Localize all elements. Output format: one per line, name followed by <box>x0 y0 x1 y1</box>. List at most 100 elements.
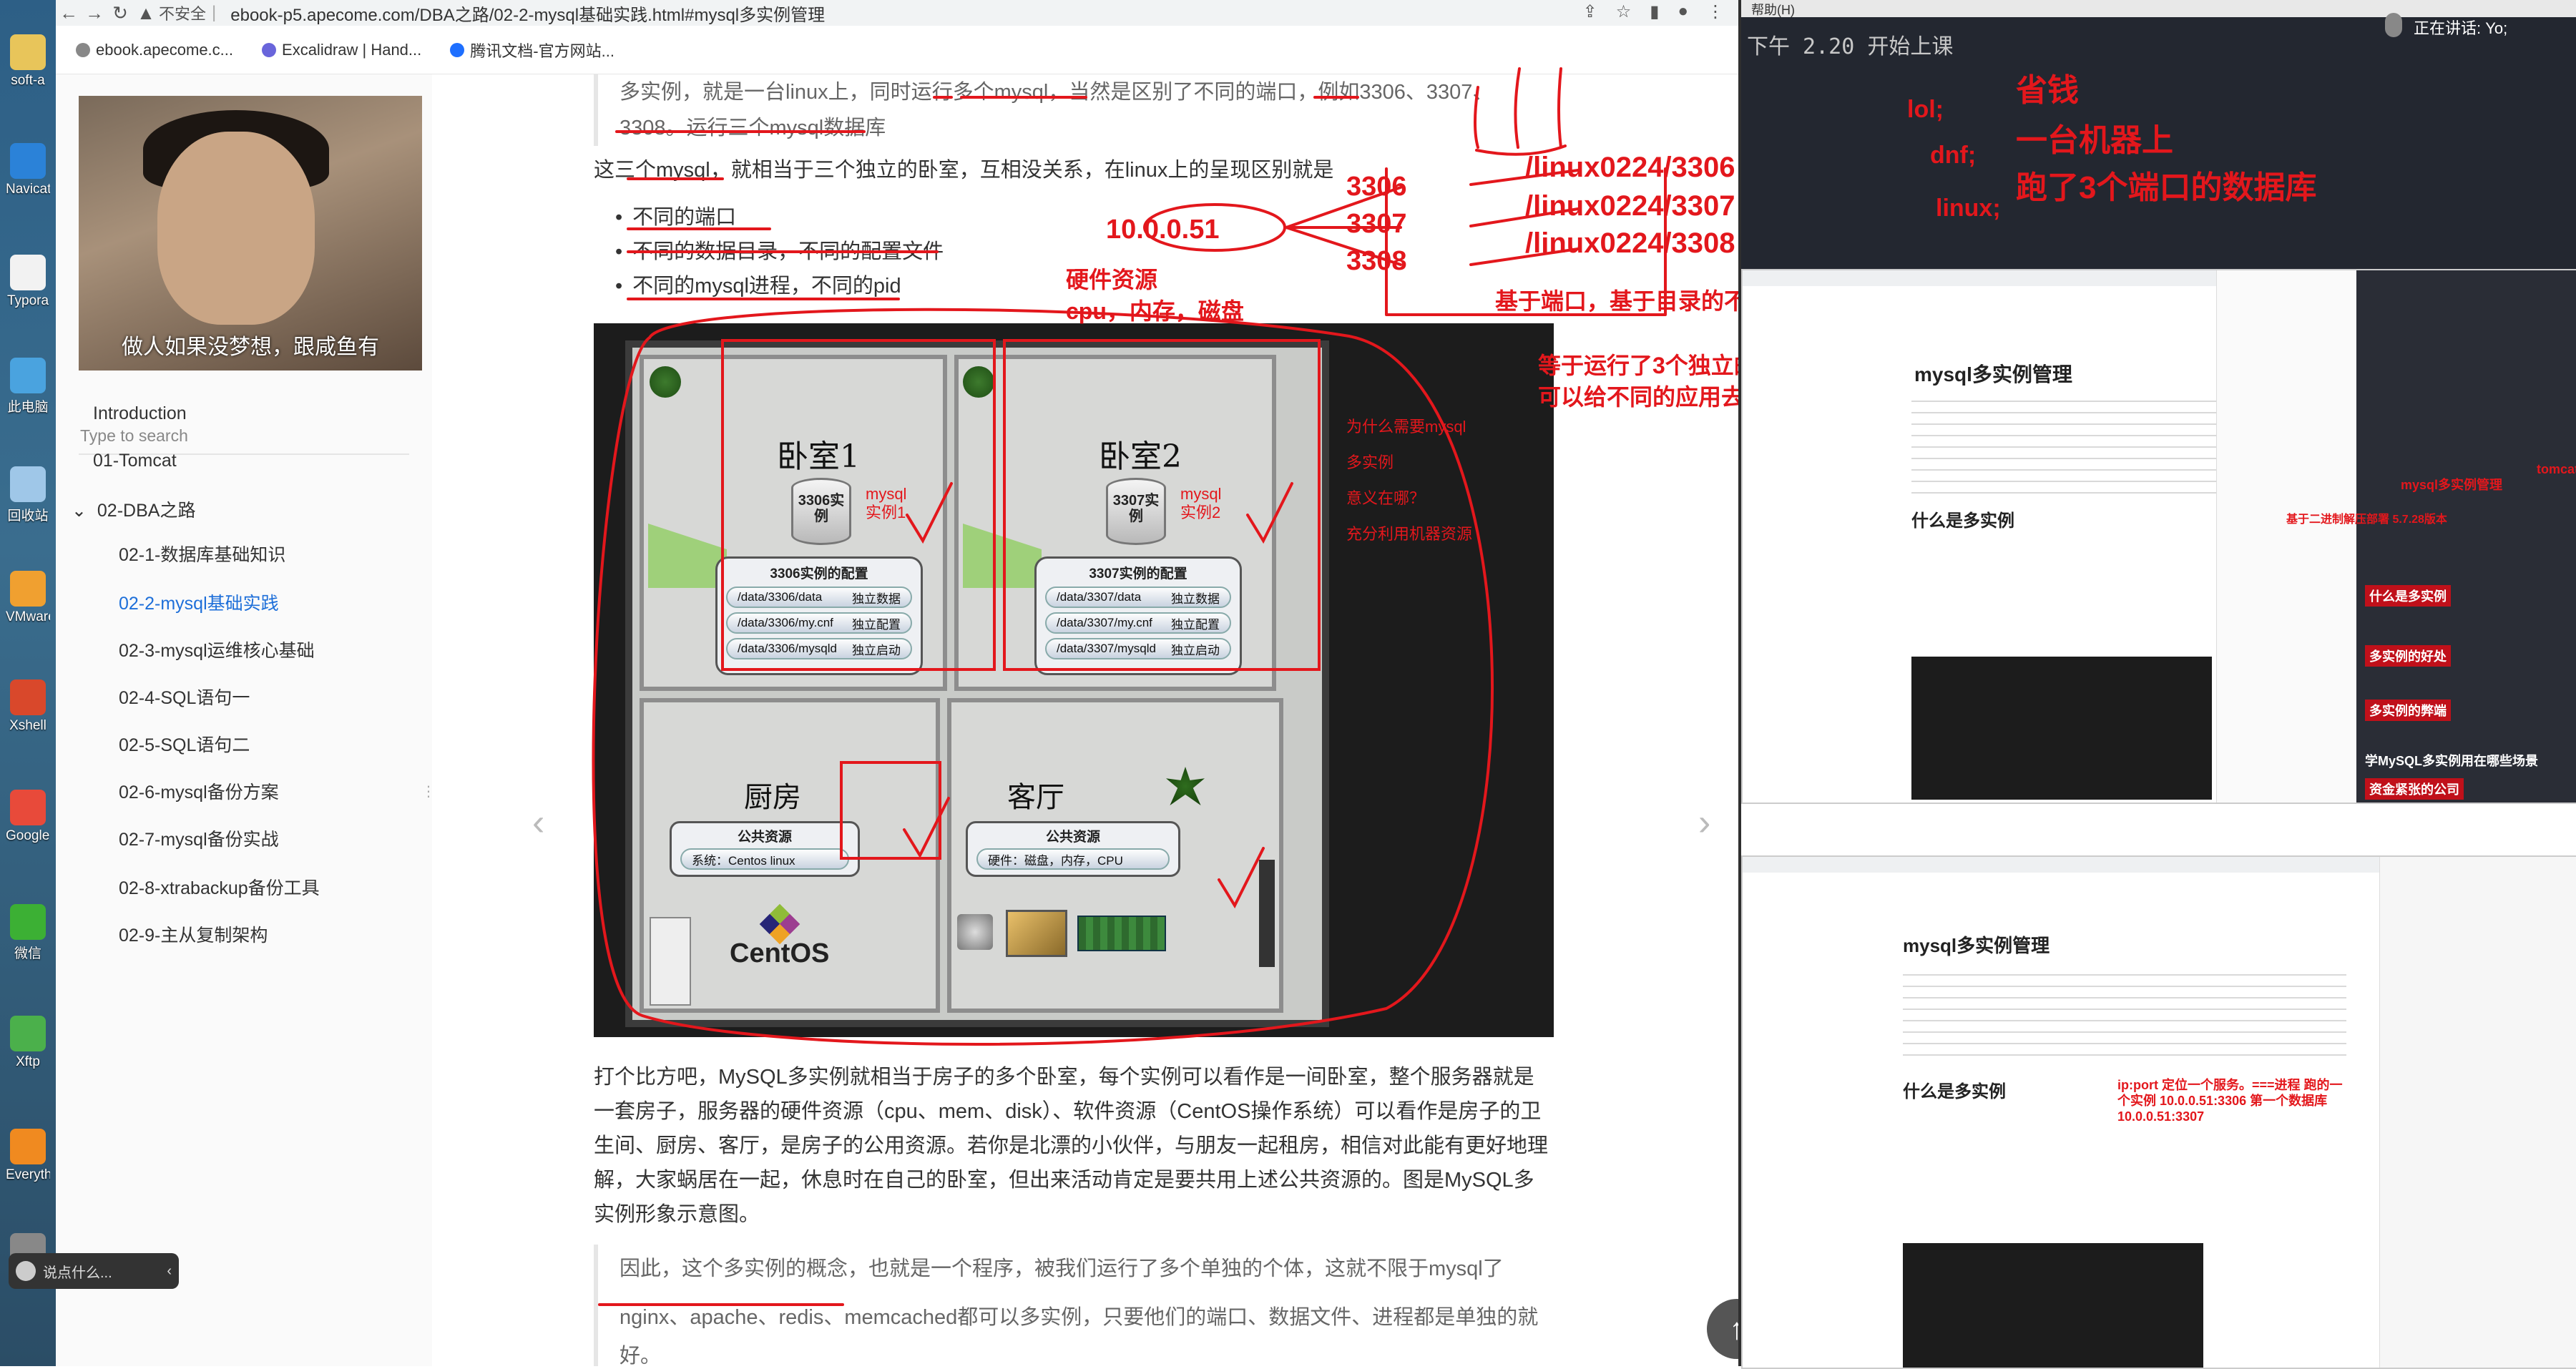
pub-text: 系统：Centos linux <box>692 853 795 868</box>
linux-annotation: linux; <box>1936 195 2001 222</box>
sidebar-nav-item[interactable]: 02-2-mysql基础实践 <box>119 589 279 615</box>
chevron-left-icon[interactable]: ‹ <box>167 1263 172 1280</box>
sidebar-nav-label: 01-Tomcat <box>93 451 177 471</box>
desktop-shortcut[interactable]: Everything <box>6 1129 50 1183</box>
thumb-note: 多实例的好处 <box>2365 645 2451 667</box>
bookmark-label: Excalidraw | Hand... <box>282 40 422 59</box>
sidebar-nav-label: 02-1-数据库基础知识 <box>119 545 286 565</box>
desktop-shortcut-label: Typora <box>6 293 49 308</box>
bedroom-1: 卧室1 3306实例 mysql实例1 3306实例的配置 /data/3306… <box>640 355 947 691</box>
mic-icon[interactable] <box>2385 13 2402 37</box>
sidebar-nav-item[interactable]: 02-6-mysql备份方案 <box>119 778 279 804</box>
bed-shape <box>963 524 1042 588</box>
shared-screen-thumbnail[interactable]: mysql多实例管理 什么是多实例 mysql多实例管理 tomcat多实 基于… <box>1741 269 2576 804</box>
port-annotation: 3306 <box>1346 172 1407 202</box>
desktop-shortcut[interactable]: soft-a <box>6 34 50 89</box>
desktop-shortcut[interactable]: Xshell <box>6 679 50 734</box>
bookmark-item[interactable]: 腾讯文档-官方网站... <box>450 39 614 62</box>
instance-tag: mysql实例2 <box>1180 485 1222 521</box>
profile-icon[interactable]: ● <box>1678 1 1689 22</box>
sidebar-nav-item[interactable]: 02-9-主从复制架构 <box>119 921 268 947</box>
centos-logo: CentOS <box>730 903 829 969</box>
config-row: /data/3307/data 独立数据 <box>1045 587 1231 608</box>
sidebar-toggle-icon[interactable]: ▮ <box>1650 1 1659 22</box>
config-desc: 独立数据 <box>1171 592 1220 606</box>
config-path: /data/3307/mysqld <box>1057 642 1156 655</box>
reload-icon[interactable]: ↻ <box>107 2 133 24</box>
instance-tag: mysql实例1 <box>866 485 907 521</box>
security-label[interactable]: 不安全 <box>159 1 206 24</box>
recycle-bin-icon <box>10 466 46 502</box>
avatar-image: 做人如果没梦想，跟咸鱼有 <box>79 96 422 371</box>
sidebar-nav-item[interactable]: ⌄ 02-DBA之路 <box>72 496 195 522</box>
chevron-down-icon[interactable]: ⌄ <box>72 501 92 521</box>
desktop-shortcut[interactable]: 微信 <box>6 904 50 962</box>
book-sidebar: 做人如果没梦想，跟咸鱼有 Type to search Introduction… <box>56 74 436 1366</box>
pub-title: 公共资源 <box>737 830 792 845</box>
avatar-caption: 做人如果没梦想，跟咸鱼有 <box>122 335 379 359</box>
db-label: 3307实例 <box>1112 493 1160 524</box>
config-title: 3306实例的配置 <box>770 566 868 582</box>
ip-annotation: 10.0.0.51 <box>1106 215 1220 245</box>
menu-icon[interactable]: ⋮ <box>1707 1 1724 22</box>
forward-icon[interactable]: → <box>82 2 107 24</box>
port-annotation: 3308 <box>1346 246 1407 276</box>
thumb-subheading: 什么是多实例 <box>1903 1082 2006 1101</box>
config-row: /data/3307/mysqld 独立启动 <box>1045 638 1231 659</box>
chat-input[interactable]: 说点什么... ‹ <box>9 1253 179 1289</box>
plant-icon <box>650 366 681 398</box>
back-icon[interactable]: ← <box>56 2 82 24</box>
desktop-shortcut[interactable]: 此电脑 <box>6 358 50 416</box>
warning-icon: ▲ <box>137 1 155 24</box>
star-icon[interactable]: ☆ <box>1616 1 1632 22</box>
thumb-note: 什么是多实例 <box>2365 585 2451 607</box>
url-input[interactable]: ebook-p5.apecome.com/DBA之路/02-2-mysql基础实… <box>230 1 825 26</box>
window-menu[interactable]: 帮助(H) <box>1741 0 2576 17</box>
sidebar-nav-item[interactable]: 01-Tomcat <box>93 451 177 471</box>
config-row: /data/3306/mysqld 独立启动 <box>726 638 912 659</box>
lol-annotation: lol; <box>1907 96 1944 123</box>
path-annotation: /linux0224/3307 <box>1525 190 1735 222</box>
room-title: 卧室1 <box>777 438 860 475</box>
desktop-shortcut-label: 微信 <box>14 946 41 961</box>
chrome-icon <box>10 790 46 825</box>
plant-icon <box>1166 767 1205 805</box>
bookmark-label: ebook.apecome.c... <box>96 40 234 59</box>
bookmark-item[interactable]: ebook.apecome.c... <box>76 41 233 59</box>
desktop-shortcut[interactable]: VMware Workstation <box>6 571 50 625</box>
sidebar-nav-item[interactable]: Introduction <box>93 403 187 424</box>
share-icon[interactable]: ⇪ <box>1583 1 1597 22</box>
config-desc: 独立配置 <box>852 617 901 632</box>
desktop-shortcut[interactable]: Google Chrome <box>6 790 50 844</box>
config-path: /data/3307/data <box>1057 590 1142 604</box>
desktop-shortcut[interactable]: 回收站 <box>6 466 50 524</box>
dnf-annotation: dnf; <box>1930 142 1977 169</box>
sidebar-nav-item[interactable]: 02-4-SQL语句一 <box>119 684 250 710</box>
thumb-note: ip:port 定位一个服务。===进程 跑的一个实例 10.0.0.51:33… <box>2117 1078 2343 1124</box>
sidebar-nav-item[interactable]: 02-5-SQL语句二 <box>119 731 250 757</box>
prev-page-icon[interactable]: ‹ <box>532 801 544 844</box>
vmware-icon <box>10 571 46 607</box>
db-cylinder: 3307实例 <box>1106 478 1166 545</box>
thumb-side-view <box>2379 857 2576 1368</box>
bookmark-item[interactable]: Excalidraw | Hand... <box>262 41 421 59</box>
hardware-annotation: 硬件资源 <box>1066 267 1158 293</box>
config-path: /data/3306/my.cnf <box>738 616 833 629</box>
sidebar-nav-item[interactable]: 02-3-mysql运维核心基础 <box>119 637 315 662</box>
desktop-shortcut[interactable]: Navicat Premium <box>6 143 50 197</box>
sidebar-nav-item[interactable]: 02-1-数据库基础知识 <box>119 541 285 566</box>
sidebar-nav-label: 02-7-mysql备份实战 <box>119 830 279 850</box>
thumb-note: 多实例的弊端 <box>2365 700 2451 721</box>
multi-instance-diagram: 卧室1 3306实例 mysql实例1 3306实例的配置 /data/3306… <box>594 323 1554 1037</box>
path-annotation: /linux0224/3306 <box>1525 152 1735 183</box>
sidebar-nav-label: 02-6-mysql备份方案 <box>119 782 279 803</box>
desktop-shortcut[interactable]: Xftp <box>6 1016 50 1070</box>
globe-icon <box>76 42 90 57</box>
shared-screen-thumbnail[interactable]: mysql多实例管理 什么是多实例 ip:port 定位一个服务。===进程 跑… <box>1741 855 2576 1369</box>
quote-line: 3308。运行三个mysql数据库 <box>619 117 886 139</box>
desktop-shortcut[interactable]: Typora <box>6 255 50 309</box>
sidebar-nav-item[interactable]: 02-7-mysql备份实战 <box>119 825 279 851</box>
bullet-item: 不同的数据目录，不同的配置文件 <box>615 235 944 269</box>
sidebar-nav-item[interactable]: 02-8-xtrabackup备份工具 <box>119 874 320 900</box>
next-page-icon[interactable]: › <box>1698 801 1710 844</box>
